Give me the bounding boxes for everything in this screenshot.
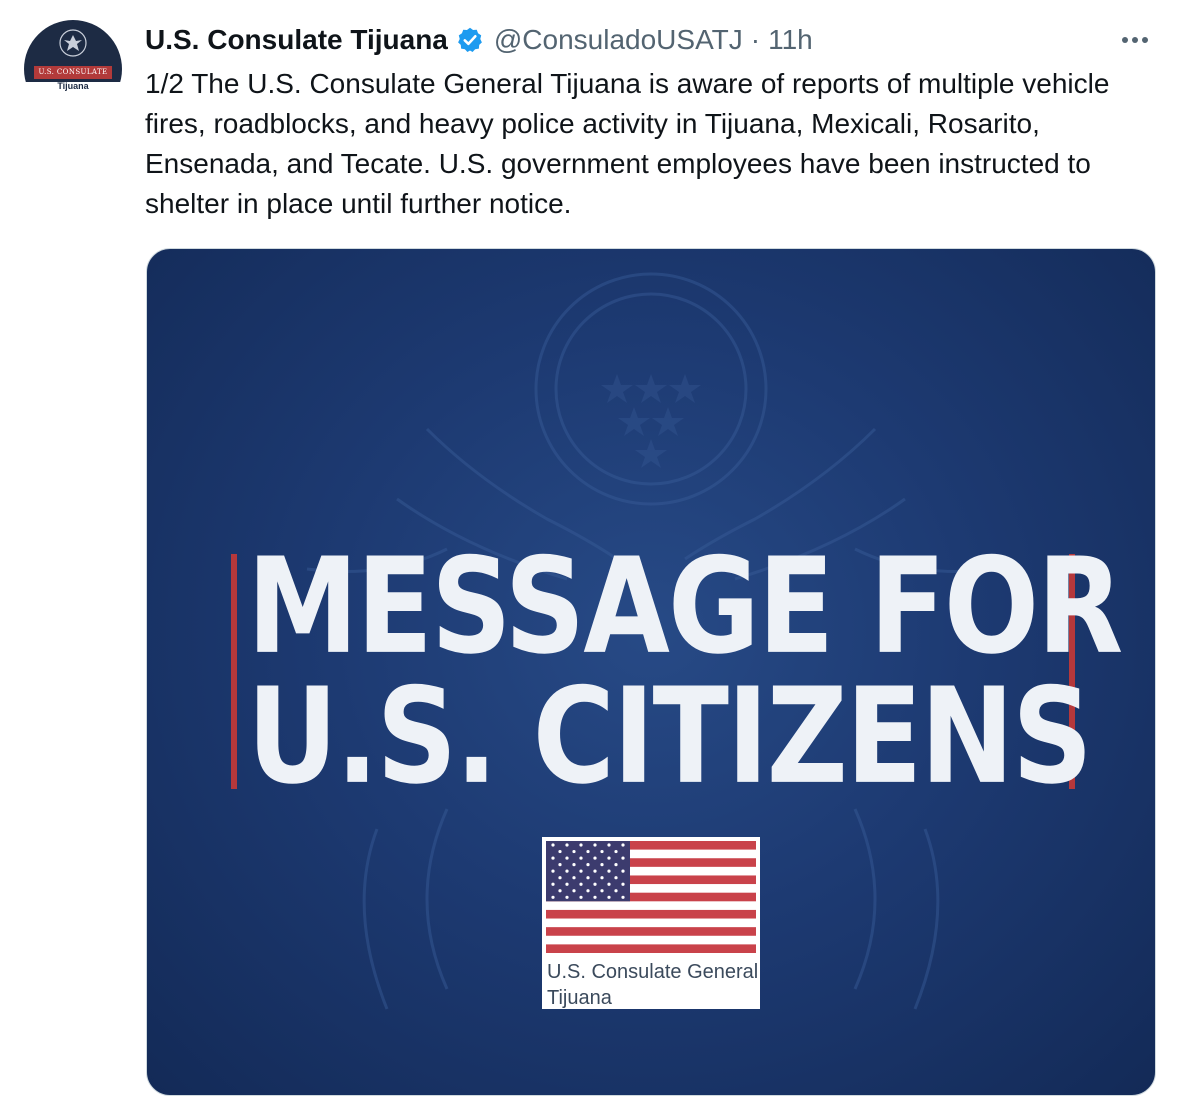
tweet-media-image[interactable]: MESSAGE FOR U.S. CITIZENS U.S. Consulate…: [146, 248, 1156, 1096]
avatar-city-text: Tijuana: [57, 81, 89, 91]
more-options-icon[interactable]: [1110, 22, 1154, 58]
handle[interactable]: @ConsuladoUSATJ: [494, 24, 743, 56]
avatar[interactable]: U.S. CONSULATE Tijuana: [24, 20, 122, 118]
flag-caption-line-1: U.S. Consulate General: [547, 961, 759, 983]
timestamp[interactable]: 11h: [768, 24, 813, 56]
us-flag-icon: [546, 841, 756, 953]
tweet: U.S. CONSULATE Tijuana U.S. Consulate Ti…: [0, 0, 1190, 1116]
media-headline-line-2: U.S. CITIZENS: [247, 660, 1093, 814]
display-name[interactable]: U.S. Consulate Tijuana: [145, 24, 448, 56]
tweet-text: 1/2 The U.S. Consulate General Tijuana i…: [145, 68, 1110, 219]
flag-caption: U.S. Consulate General Tijuana: [547, 959, 758, 1011]
separator-dot: ·: [750, 24, 761, 55]
accent-bar-left: [231, 554, 237, 789]
verified-badge-icon: [457, 27, 482, 53]
media-headline-line-1: MESSAGE FOR: [247, 530, 1123, 684]
tweet-header: U.S. Consulate Tijuana @ConsuladoUSATJ ·…: [145, 20, 813, 60]
flag-card: U.S. Consulate General Tijuana: [542, 837, 760, 1009]
flag-caption-line-2: Tijuana: [547, 987, 612, 1009]
avatar-band-text: U.S. CONSULATE: [34, 66, 112, 79]
seal-icon: [59, 29, 87, 57]
